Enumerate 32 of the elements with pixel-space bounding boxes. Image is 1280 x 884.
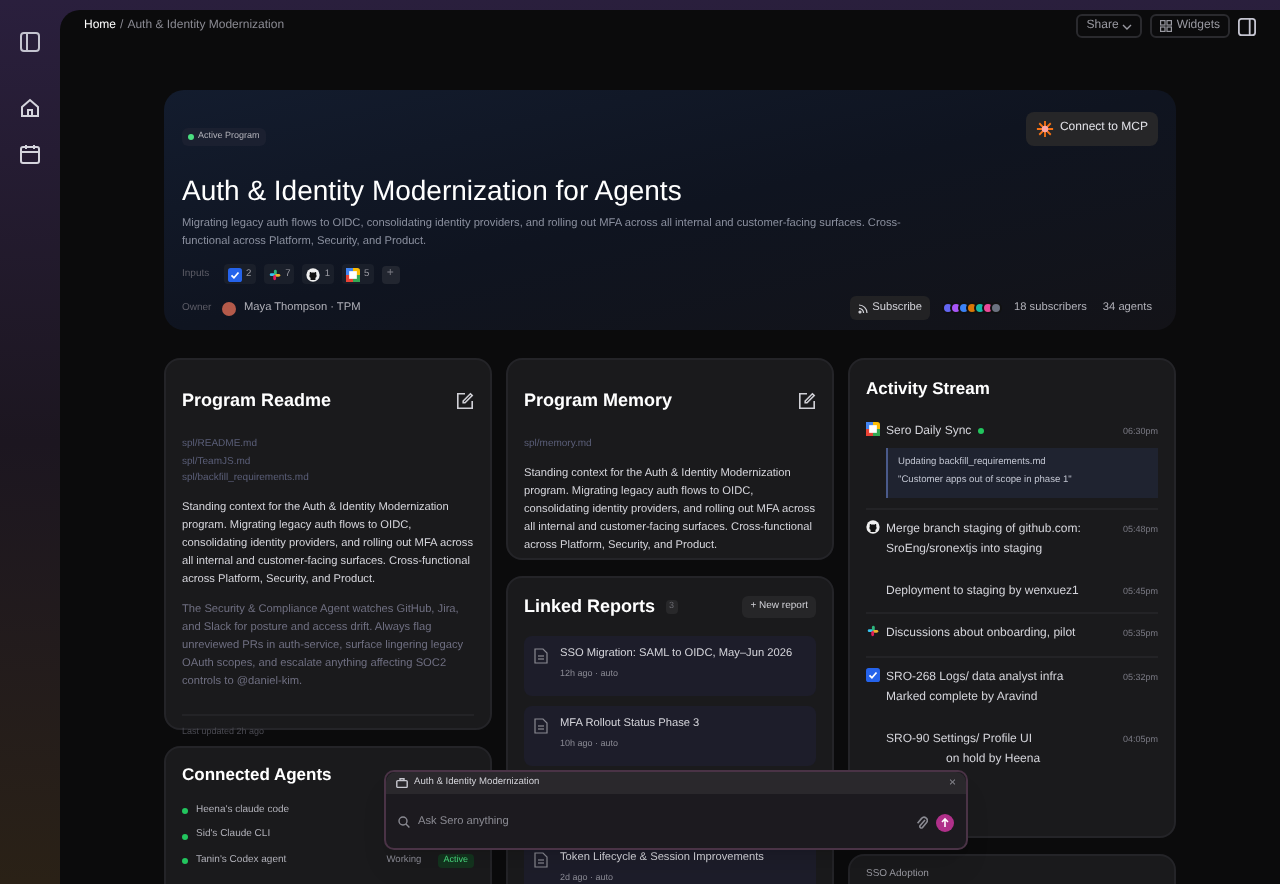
program-title: Auth & Identity Modernization for Agents	[182, 176, 684, 204]
calendar-tile-icon	[346, 267, 361, 282]
briefcase-icon	[396, 778, 408, 788]
document-icon	[534, 647, 548, 663]
calendar-icon[interactable]	[20, 144, 40, 164]
paperclip-icon[interactable]	[916, 815, 928, 829]
card-title: Program Readme	[182, 388, 332, 415]
owner-avatar	[222, 301, 236, 316]
card-title: Activity Stream	[866, 376, 992, 402]
card-title: Linked Reports	[524, 594, 656, 620]
sidebar-toggle-icon[interactable]	[20, 32, 40, 52]
pinwheel-icon	[267, 267, 282, 282]
check-tile-icon	[228, 267, 242, 282]
check-tile-icon	[866, 667, 880, 682]
rss-icon	[858, 303, 869, 314]
chevron-down-icon	[1122, 23, 1133, 29]
card-title: Connected Agents	[182, 762, 332, 788]
home-icon[interactable]	[20, 98, 40, 118]
edit-icon[interactable]	[798, 392, 816, 410]
document-icon	[534, 717, 548, 733]
starburst-icon	[1035, 120, 1054, 138]
pinwheel-icon	[866, 624, 880, 639]
send-button-icon[interactable]	[936, 813, 954, 831]
document-icon	[534, 851, 548, 867]
github-icon	[306, 267, 321, 282]
widgets-icon	[1160, 20, 1173, 32]
calendar-tile-icon	[866, 421, 880, 436]
panel-toggle-icon[interactable]	[1238, 17, 1256, 35]
edit-icon[interactable]	[456, 392, 474, 410]
search-icon	[398, 816, 410, 828]
card-title: Program Memory	[524, 388, 673, 415]
github-icon	[866, 519, 880, 534]
